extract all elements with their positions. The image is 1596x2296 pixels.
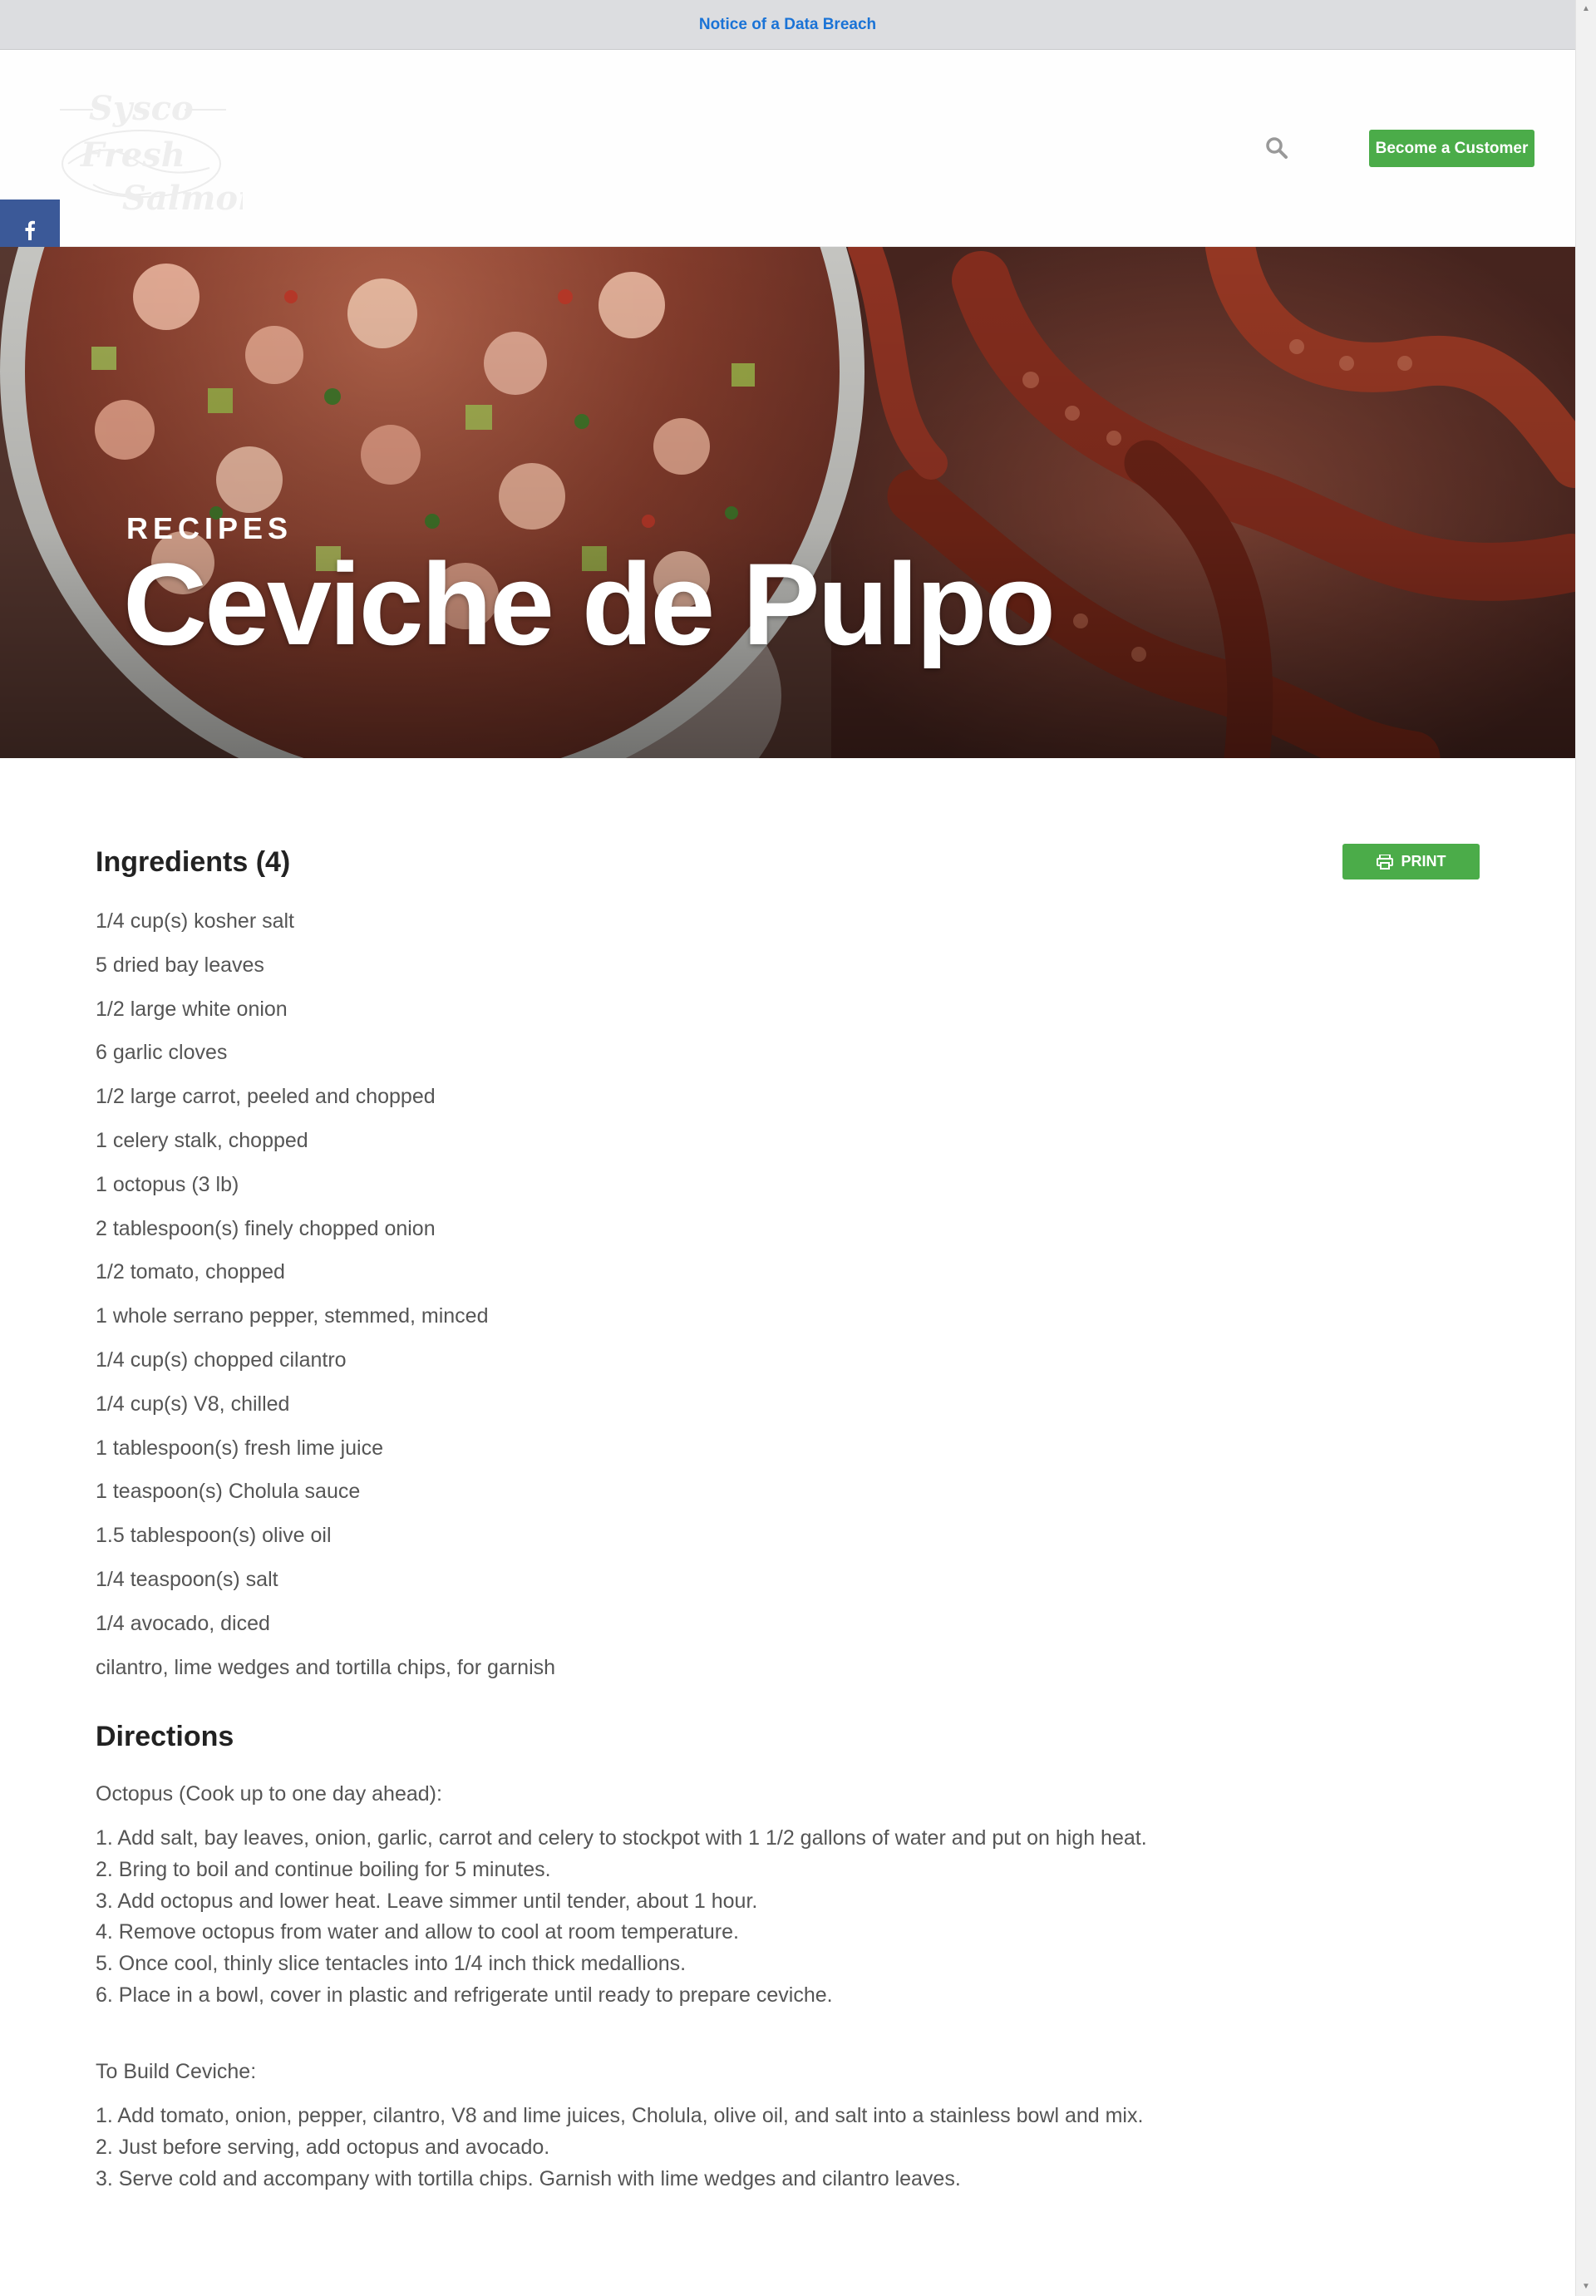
directions-heading: Directions [96, 1721, 234, 1752]
direction-step: 2. Bring to boil and continue boiling fo… [96, 1857, 551, 1881]
facebook-icon [25, 220, 35, 240]
direction-step: 3. Serve cold and accompany with tortill… [96, 2166, 961, 2190]
direction-step: 1. Add tomato, onion, pepper, cilantro, … [96, 2104, 1144, 2127]
ingredient-item: 1/4 teaspoon(s) salt [96, 1567, 278, 1591]
ingredient-item: 1/2 tomato, chopped [96, 1260, 285, 1284]
ingredient-item: 1 whole serrano pepper, stemmed, minced [96, 1304, 489, 1328]
printer-icon [1376, 854, 1393, 870]
search-icon [1266, 137, 1288, 159]
ingredient-item: 1/2 large carrot, peeled and chopped [96, 1085, 436, 1109]
direction-step: 4. Remove octopus from water and allow t… [96, 1920, 739, 1944]
scroll-up-arrow-icon[interactable]: ▲ [1576, 0, 1596, 18]
direction-step: 2. Just before serving, add octopus and … [96, 2135, 550, 2159]
ceviche-steps-list: 1. Add tomato, onion, pepper, cilantro, … [96, 2101, 1143, 2195]
ingredient-item: 1 octopus (3 lb) [96, 1172, 239, 1196]
ingredient-item: cilantro, lime wedges and tortilla chips… [96, 1655, 556, 1679]
sysco-fresh-salmon-logo[interactable]: Sysco Fresh Salmon [43, 85, 262, 226]
ingredients-list: 1/4 cup(s) kosher salt 5 dried bay leaves… [96, 899, 555, 1689]
direction-step: 1. Add salt, bay leaves, onion, garlic, … [96, 1826, 1147, 1850]
ingredients-heading: Ingredients (4) [96, 846, 291, 878]
hero-banner: RECIPES Ceviche de Pulpo [0, 247, 1575, 758]
ingredient-item: 1/4 cup(s) V8, chilled [96, 1392, 290, 1416]
print-label: PRINT [1401, 853, 1446, 870]
ingredient-item: 1.5 tablespoon(s) olive oil [96, 1524, 332, 1548]
ingredient-item: 6 garlic cloves [96, 1041, 228, 1065]
ingredient-item: 1 tablespoon(s) fresh lime juice [96, 1436, 383, 1460]
octopus-steps-list: 1. Add salt, bay leaves, onion, garlic, … [96, 1823, 1147, 2012]
search-button[interactable] [1262, 133, 1292, 163]
direction-step: 5. Once cool, thinly slice tentacles int… [96, 1952, 687, 1976]
direction-step: 6. Place in a bowl, cover in plastic and… [96, 1983, 833, 2007]
ingredient-item: 1/4 cup(s) kosher salt [96, 909, 294, 933]
scroll-down-arrow-icon[interactable]: ▼ [1576, 2278, 1596, 2296]
logo-word-2: Fresh [80, 135, 185, 175]
ingredient-item: 1/2 large white onion [96, 997, 288, 1021]
site-header: Sysco Fresh Salmon Become a Customer [0, 50, 1575, 247]
logo-word-3: Salmon [122, 179, 243, 218]
notice-bar: Notice of a Data Breach [0, 0, 1575, 50]
data-breach-notice-link[interactable]: Notice of a Data Breach [699, 16, 876, 34]
ceviche-section-heading: To Build Ceviche: [96, 2060, 257, 2083]
ingredient-item: 1/4 avocado, diced [96, 1611, 270, 1635]
direction-step: 3. Add octopus and lower heat. Leave sim… [96, 1889, 758, 1913]
page-scrollbar[interactable]: ▲ ▼ [1575, 0, 1596, 2296]
ingredient-item: 1 teaspoon(s) Cholula sauce [96, 1480, 361, 1504]
page-title: Ceviche de Pulpo [123, 539, 1056, 669]
become-customer-button[interactable]: Become a Customer [1369, 130, 1534, 167]
ingredient-item: 1/4 cup(s) chopped cilantro [96, 1348, 347, 1372]
ingredient-item: 5 dried bay leaves [96, 953, 264, 977]
ingredient-item: 1 celery stalk, chopped [96, 1128, 308, 1152]
hero-overlay [0, 247, 1575, 758]
logo-word-1: Sysco [89, 89, 194, 128]
print-button[interactable]: PRINT [1342, 844, 1480, 879]
ingredient-item: 2 tablespoon(s) finely chopped onion [96, 1216, 436, 1240]
octopus-section-heading: Octopus (Cook up to one day ahead): [96, 1782, 442, 1806]
